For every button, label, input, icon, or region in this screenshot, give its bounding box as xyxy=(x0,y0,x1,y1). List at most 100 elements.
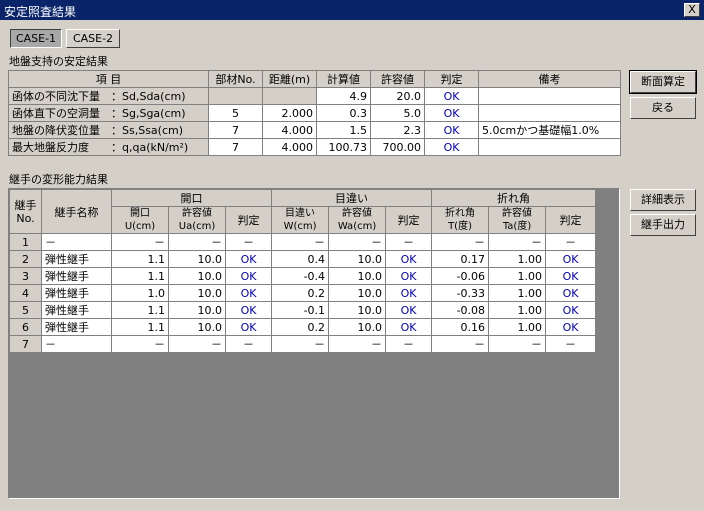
row-offset-wa: 10.0 xyxy=(328,301,387,319)
window-title: 安定照査結果 xyxy=(4,5,77,19)
row-distance xyxy=(262,87,317,105)
row-opening-ua: 10.0 xyxy=(168,250,226,268)
row-judge: OK xyxy=(424,87,479,105)
header-member: 部材No. xyxy=(208,70,263,88)
header-allow: 許容値 xyxy=(370,70,425,88)
header-joint-no: 継手No. xyxy=(9,189,42,234)
row-angle-ta: 1.00 xyxy=(488,250,547,268)
row-note xyxy=(478,87,621,105)
row-angle-ta: 1.00 xyxy=(488,267,547,285)
header-offset-w: 目違いW(cm) xyxy=(271,206,330,234)
row-opening-judge: OK xyxy=(224,284,273,302)
row-opening-u: 1.0 xyxy=(111,284,169,302)
row-angle-judge: OK xyxy=(545,250,597,268)
row-judge: OK xyxy=(424,121,479,139)
row-offset-w: -0.4 xyxy=(271,267,330,285)
row-distance: 2.000 xyxy=(262,104,317,122)
row-opening-ua: － xyxy=(168,233,226,251)
row-judge: OK xyxy=(424,138,479,156)
row-joint-no: 2 xyxy=(9,250,42,268)
table-row: 6 弾性継手 1.1 10.0 OK 0.2 10.0 OK 0.16 1.00 OK xyxy=(9,318,597,336)
row-joint-no: 3 xyxy=(9,267,42,285)
row-angle-t: 0.17 xyxy=(431,250,490,268)
header-offset-judge: 判定 xyxy=(385,206,433,234)
row-angle-t: -0.08 xyxy=(431,301,490,319)
row-member: 7 xyxy=(208,121,263,139)
row-opening-ua: 10.0 xyxy=(168,301,226,319)
close-button[interactable]: X xyxy=(684,3,700,17)
row-allow: 700.00 xyxy=(370,138,425,156)
header-judge: 判定 xyxy=(424,70,479,88)
row-allow: 2.3 xyxy=(370,121,425,139)
row-offset-judge: OK xyxy=(385,250,433,268)
row-opening-u: 1.1 xyxy=(111,301,169,319)
row-item: 最大地盤反力度 ：q,qa(kN/m²) xyxy=(8,138,209,156)
row-item: 函体直下の空洞量 ：Sg,Sga(cm) xyxy=(8,104,209,122)
row-offset-w: － xyxy=(271,335,330,353)
row-note xyxy=(478,104,621,122)
row-opening-judge: － xyxy=(224,233,273,251)
row-angle-ta: 1.00 xyxy=(488,284,547,302)
table-row: 函体直下の空洞量 ：Sg,Sga(cm) 5 2.000 0.3 5.0 OK xyxy=(8,104,621,122)
table-row: 1 －－－－－－－－－－ xyxy=(9,233,597,251)
row-opening-u: 1.1 xyxy=(111,318,169,336)
header-group-offset: 目違い xyxy=(271,189,433,207)
header-offset-wa: 許容値Wa(cm) xyxy=(328,206,387,234)
row-angle-t: -0.06 xyxy=(431,267,490,285)
row-angle-judge: OK xyxy=(545,284,597,302)
row-joint-name: 弾性継手 xyxy=(41,318,112,336)
section2-title: 継手の変形能力結果 xyxy=(9,173,108,186)
row-offset-w: 0.4 xyxy=(271,250,330,268)
row-opening-ua: 10.0 xyxy=(168,284,226,302)
row-joint-name: 弾性継手 xyxy=(41,301,112,319)
detail-button[interactable]: 詳細表示 xyxy=(630,189,696,211)
header-calc: 計算値 xyxy=(316,70,371,88)
group-header-row: 継手No. 継手名称 開口 目違い 折れ角 xyxy=(9,189,597,234)
row-joint-name: 弾性継手 xyxy=(41,250,112,268)
row-offset-w: -0.1 xyxy=(271,301,330,319)
row-offset-judge: OK xyxy=(385,267,433,285)
tab-case-1[interactable]: CASE-1 xyxy=(10,29,62,48)
header-group-angle: 折れ角 xyxy=(431,189,597,207)
row-offset-wa: 10.0 xyxy=(328,318,387,336)
row-opening-judge: － xyxy=(224,335,273,353)
row-offset-wa: 10.0 xyxy=(328,267,387,285)
header-joint-name: 継手名称 xyxy=(41,189,112,234)
row-note xyxy=(478,138,621,156)
row-distance: 4.000 xyxy=(262,138,317,156)
row-joint-no: 7 xyxy=(9,335,42,353)
row-joint-name: 弾性継手 xyxy=(41,267,112,285)
row-angle-judge: OK xyxy=(545,301,597,319)
row-opening-u: － xyxy=(111,335,169,353)
row-joint-name: － xyxy=(41,233,112,251)
row-calc: 100.73 xyxy=(316,138,371,156)
header-opening-judge: 判定 xyxy=(224,206,273,234)
table-row: 3 弾性継手 1.1 10.0 OK -0.4 10.0 OK -0.06 1.00 OK xyxy=(9,267,597,285)
row-offset-wa: 10.0 xyxy=(328,284,387,302)
row-distance: 4.000 xyxy=(262,121,317,139)
row-member xyxy=(208,87,263,105)
back-button[interactable]: 戻る xyxy=(630,97,696,119)
header-item: 項 目 xyxy=(8,70,209,88)
table-row: 7 －－－－－－－－－－ xyxy=(9,335,597,353)
table-row: 5 弾性継手 1.1 10.0 OK -0.1 10.0 OK -0.08 1.00 OK xyxy=(9,301,597,319)
row-angle-ta: － xyxy=(488,335,547,353)
header-angle-ta: 許容値Ta(度) xyxy=(488,206,547,234)
table-header-row: 項 目 部材No. 距離(m) 計算値 許容値 判定 備考 xyxy=(8,70,621,88)
header-angle-judge: 判定 xyxy=(545,206,597,234)
table-row: 4 弾性継手 1.0 10.0 OK 0.2 10.0 OK -0.33 1.00 OK xyxy=(9,284,597,302)
row-angle-ta: 1.00 xyxy=(488,318,547,336)
joint-output-button[interactable]: 継手出力 xyxy=(630,214,696,236)
row-opening-judge: OK xyxy=(224,318,273,336)
row-offset-judge: OK xyxy=(385,318,433,336)
row-angle-t: -0.33 xyxy=(431,284,490,302)
row-judge: OK xyxy=(424,104,479,122)
section-check-button[interactable]: 断面算定 xyxy=(629,70,697,94)
tab-case-2[interactable]: CASE-2 xyxy=(66,29,120,48)
row-joint-no: 1 xyxy=(9,233,42,251)
table-row: 最大地盤反力度 ：q,qa(kN/m²) 7 4.000 100.73 700.… xyxy=(8,138,621,156)
row-opening-u: － xyxy=(111,233,169,251)
row-calc: 0.3 xyxy=(316,104,371,122)
title-bar: 安定照査結果 X xyxy=(0,0,704,20)
header-group-opening: 開口 xyxy=(110,189,273,207)
